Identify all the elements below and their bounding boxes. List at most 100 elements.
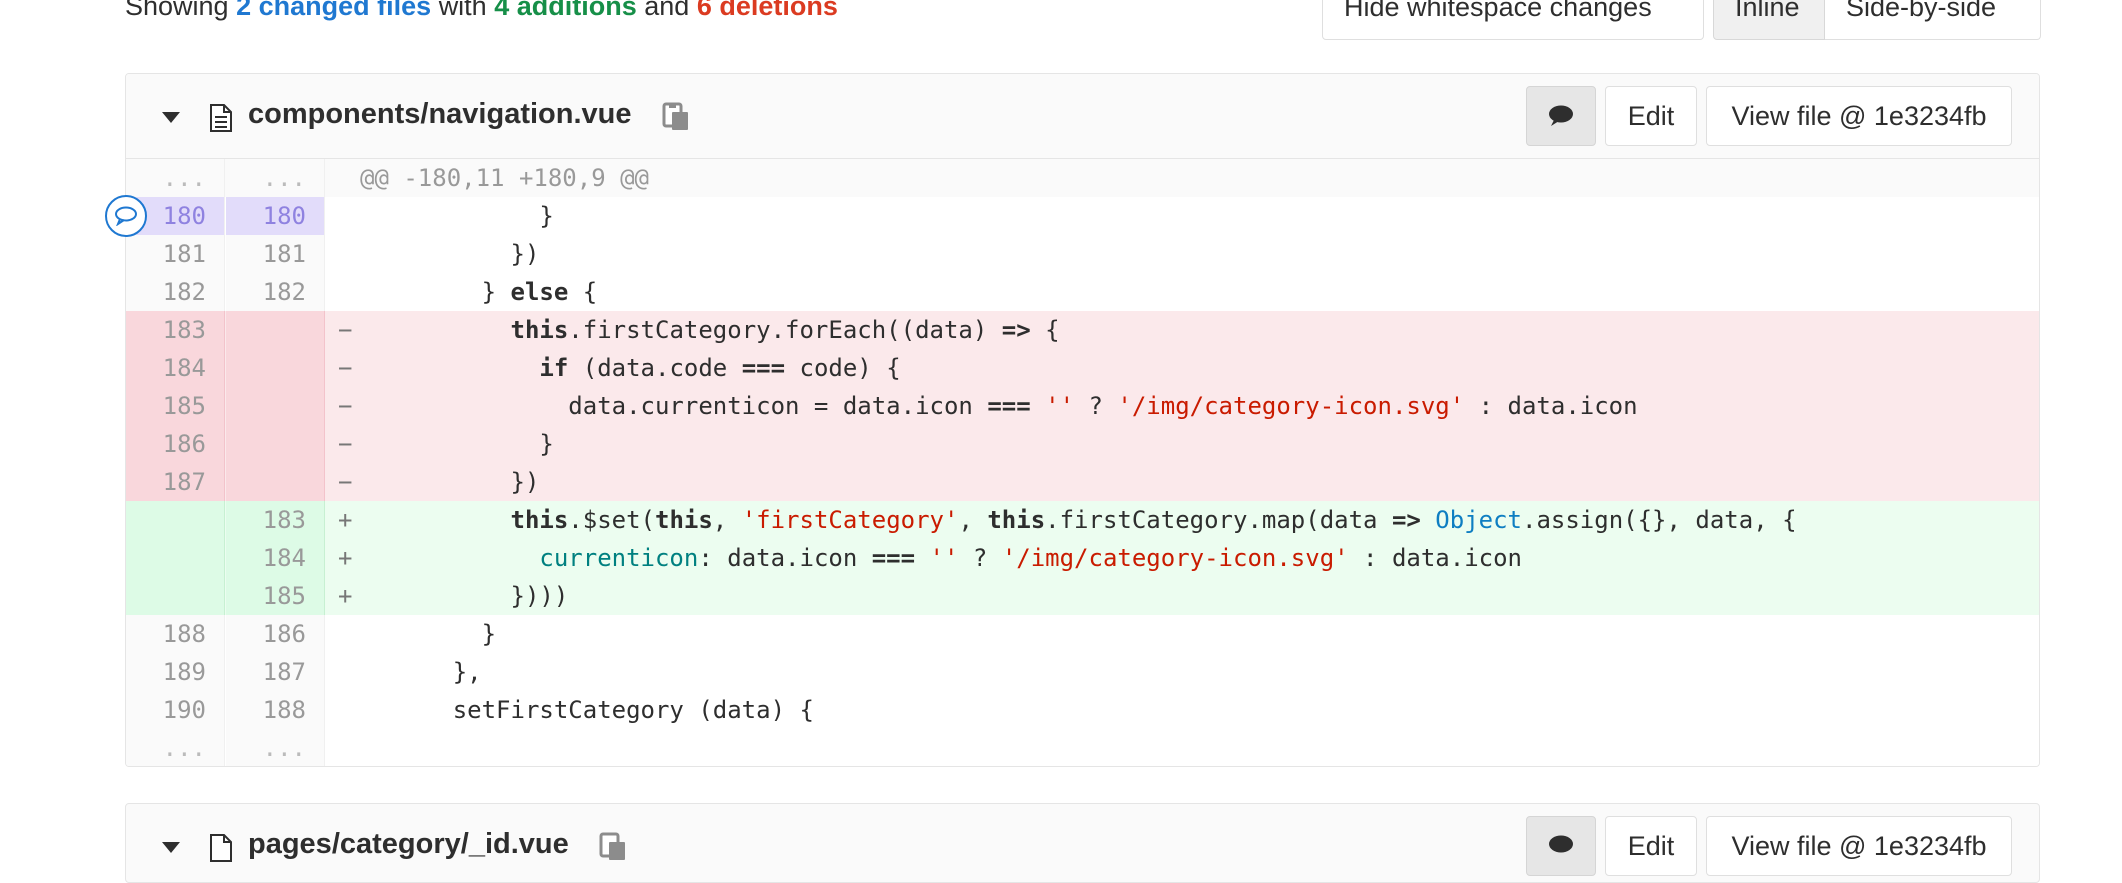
old-line-number[interactable]: 189: [126, 653, 225, 691]
old-line-number[interactable]: 190: [126, 691, 225, 729]
hide-whitespace-button[interactable]: Hide whitespace changes: [1322, 0, 1704, 40]
diff-summary: Showing 2 changed files with 4 additions…: [125, 0, 838, 20]
new-line-number[interactable]: [226, 463, 325, 501]
old-line-number[interactable]: 187: [126, 463, 225, 501]
old-line-number[interactable]: 188: [126, 615, 225, 653]
added-line: 184 + currenticon: data.icon === '' ? '/…: [126, 539, 2039, 577]
deletions-count: 6 deletions: [696, 0, 838, 21]
edit-file-button[interactable]: Edit: [1605, 86, 1697, 146]
toggle-comments-button[interactable]: [1526, 86, 1596, 146]
line-sign: −: [338, 430, 353, 458]
line-content: }: [366, 202, 554, 230]
new-line-number[interactable]: 182: [226, 273, 325, 311]
comment-icon: [1549, 105, 1573, 126]
diff-file: components/navigation.vue Edit View file…: [125, 73, 2040, 767]
diff-table: ... ... @@ -180,11 +180,9 @@ 180 180 } 1…: [126, 159, 2039, 766]
new-line-number[interactable]: 184: [226, 539, 325, 577]
line-content: }: [366, 620, 497, 648]
line-sign: −: [338, 392, 353, 420]
line-content: }: [366, 430, 554, 458]
old-line-number[interactable]: 185: [126, 387, 225, 425]
line-sign: −: [338, 316, 353, 344]
line-content: }): [366, 468, 540, 496]
new-line-number[interactable]: [226, 425, 325, 463]
view-file-button[interactable]: View file @ 1e3234fb: [1706, 816, 2012, 876]
line-content: },: [366, 658, 482, 686]
diff-file-2-header: pages/category/_id.vue Edit View file @ …: [125, 803, 2040, 883]
added-line: 183 + this.$set(this, 'firstCategory', t…: [126, 501, 2039, 539]
deleted-line: 186 − }: [126, 425, 2039, 463]
add-comment-button[interactable]: [105, 195, 147, 237]
old-line-number[interactable]: 181: [126, 235, 225, 273]
new-line-number[interactable]: [226, 311, 325, 349]
line-sign: +: [338, 582, 353, 610]
deleted-line: 183 − this.firstCategory.forEach((data) …: [126, 311, 2039, 349]
new-line-number[interactable]: 186: [226, 615, 325, 653]
old-line-number[interactable]: 184: [126, 349, 225, 387]
new-line-number[interactable]: 181: [226, 235, 325, 273]
diff-line: 180 180 }: [126, 197, 2039, 235]
caret-down-icon[interactable]: [162, 112, 180, 123]
expand-down-old[interactable]: ...: [126, 729, 225, 766]
old-line-number[interactable]: 182: [126, 273, 225, 311]
line-content: setFirstCategory (data) {: [366, 696, 814, 724]
view-file-button[interactable]: View file @ 1e3234fb: [1706, 86, 2012, 146]
line-content: }))): [366, 582, 569, 610]
old-line-number[interactable]: [126, 577, 225, 615]
clipboard-icon[interactable]: [598, 832, 628, 862]
diff-line: 182 182 } else {: [126, 273, 2039, 311]
inline-view-button[interactable]: Inline: [1713, 0, 1825, 40]
deleted-line: 184 − if (data.code === code) {: [126, 349, 2039, 387]
line-sign: −: [338, 354, 353, 382]
summary-and: and: [644, 0, 690, 21]
added-line: 185 + }))): [126, 577, 2039, 615]
line-content: this.firstCategory.forEach((data) => {: [510, 316, 1060, 344]
line-sign: +: [338, 544, 353, 572]
line-content: data.currenticon = data.icon === '' ? '/…: [366, 392, 1638, 420]
diff-line: 188 186 }: [126, 615, 2039, 653]
diff-line: 181 181 }): [126, 235, 2039, 273]
old-line-number[interactable]: [126, 539, 225, 577]
changed-files-link[interactable]: 2 changed files: [236, 0, 431, 21]
old-line-number[interactable]: 186: [126, 425, 225, 463]
new-line-number[interactable]: 188: [226, 691, 325, 729]
expand-down-row: ... ...: [126, 729, 2039, 766]
diff-line: 190 188 setFirstCategory (data) {: [126, 691, 2039, 729]
clipboard-icon[interactable]: [661, 102, 691, 132]
new-line-number[interactable]: 180: [226, 197, 325, 235]
line-content: if (data.code === code) {: [539, 354, 901, 382]
file-path[interactable]: components/navigation.vue: [248, 98, 632, 131]
new-line-number[interactable]: 187: [226, 653, 325, 691]
diff-line: 189 187 },: [126, 653, 2039, 691]
expand-down-new[interactable]: ...: [226, 729, 325, 766]
comment-bubble-icon: [115, 206, 137, 226]
toggle-comments-button[interactable]: [1526, 816, 1596, 876]
deleted-line: 187 − }): [126, 463, 2039, 501]
new-line-number[interactable]: [226, 349, 325, 387]
hunk-header-row: ... ... @@ -180,11 +180,9 @@: [126, 159, 2039, 197]
old-line-number[interactable]: [126, 501, 225, 539]
new-line-number[interactable]: 183: [226, 501, 325, 539]
line-sign: +: [338, 506, 353, 534]
expand-up-new[interactable]: ...: [226, 159, 325, 197]
file-icon: [210, 104, 232, 132]
line-sign: −: [338, 468, 353, 496]
view-mode-toggle: Inline Side-by-side: [1713, 0, 2041, 40]
comment-icon: [1549, 835, 1573, 853]
line-content: this.$set(this, 'firstCategory', this.fi…: [510, 506, 1797, 534]
expand-up-old[interactable]: ...: [126, 159, 225, 197]
new-line-number[interactable]: 185: [226, 577, 325, 615]
summary-with: with: [438, 0, 487, 21]
deleted-line: 185 − data.currenticon = data.icon === '…: [126, 387, 2039, 425]
edit-file-button[interactable]: Edit: [1605, 816, 1697, 876]
old-line-number[interactable]: 183: [126, 311, 225, 349]
side-by-side-view-button[interactable]: Side-by-side: [1825, 0, 2041, 40]
summary-showing: Showing: [125, 0, 229, 21]
additions-count: 4 additions: [494, 0, 637, 21]
line-content: } else {: [366, 278, 598, 306]
new-line-number[interactable]: [226, 387, 325, 425]
line-content: currenticon: data.icon === '' ? '/img/ca…: [539, 544, 1522, 572]
caret-down-icon[interactable]: [162, 842, 180, 853]
file-icon: [210, 834, 232, 862]
file-path[interactable]: pages/category/_id.vue: [248, 828, 569, 861]
